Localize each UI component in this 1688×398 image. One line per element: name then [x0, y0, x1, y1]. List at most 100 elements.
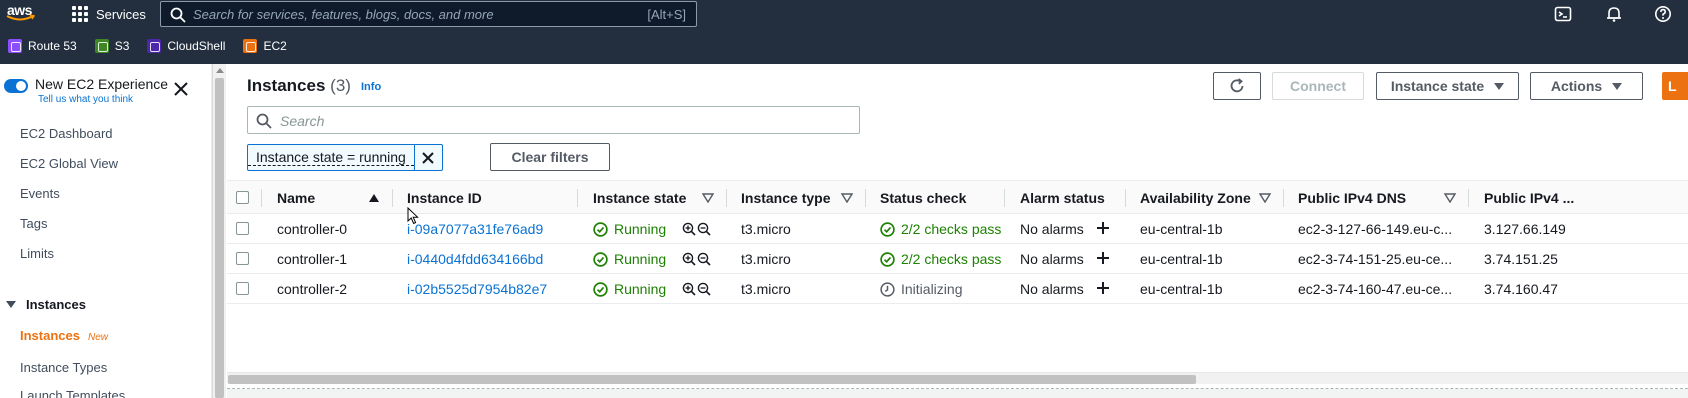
sidebar-scrollbar[interactable] — [212, 64, 226, 398]
route53-icon — [8, 39, 22, 53]
sidebar-item-instance-types[interactable]: Instance Types — [20, 360, 107, 375]
connect-button[interactable]: Connect — [1272, 72, 1364, 100]
status-check-cell: 2/2 checks passed — [880, 214, 1002, 244]
availability-zone: eu-central-1b — [1140, 281, 1223, 297]
column-divider — [261, 189, 262, 207]
instance-id-link[interactable]: i-0440d4fdd634166bd — [407, 244, 543, 274]
sidebar-item-events[interactable]: Events — [20, 186, 60, 201]
favorite-cloudshell[interactable]: CloudShell — [147, 39, 225, 53]
add-alarm-icon[interactable] — [1096, 221, 1110, 235]
scroll-up-arrow-icon[interactable] — [216, 68, 224, 73]
instance-name: controller-1 — [277, 251, 348, 267]
feedback-link[interactable]: Tell us what you think — [38, 94, 133, 105]
column-header-alarm-status[interactable]: Alarm status — [1020, 181, 1105, 215]
select-all-checkbox[interactable] — [236, 191, 249, 204]
column-header-public-ipv4[interactable]: Public IPv4 ... — [1484, 181, 1574, 215]
global-search-input[interactable]: Search for services, features, blogs, do… — [160, 1, 697, 27]
ec2-icon — [243, 39, 258, 53]
success-icon — [593, 282, 608, 297]
success-icon — [593, 252, 608, 267]
zoom-in-icon[interactable] — [682, 282, 696, 296]
page-title-text: Instances — [247, 76, 326, 95]
table-horizontal-scrollbar[interactable] — [227, 372, 1688, 384]
favorite-ec2[interactable]: EC2 — [243, 39, 287, 53]
sort-icon[interactable] — [1444, 193, 1456, 203]
row-checkbox[interactable] — [236, 252, 249, 265]
refresh-button[interactable] — [1213, 72, 1261, 100]
close-icon — [422, 151, 435, 164]
sidebar-item-ec2-global-view[interactable]: EC2 Global View — [20, 156, 118, 171]
table-search-placeholder: Search — [280, 113, 325, 129]
sidebar-item-tags[interactable]: Tags — [20, 216, 47, 231]
zoom-in-icon[interactable] — [682, 222, 696, 236]
new-badge: New — [87, 332, 108, 343]
instance-id-link[interactable]: i-02b5525d7954b82e7 — [407, 274, 547, 304]
grid-icon — [72, 6, 88, 22]
new-experience-toggle[interactable] — [4, 79, 28, 93]
public-ip: 3.127.66.149 — [1484, 221, 1566, 237]
sort-icon[interactable] — [702, 193, 714, 203]
zoom-in-icon[interactable] — [682, 252, 696, 266]
column-header-public-ipv4-dns[interactable]: Public IPv4 DNS — [1298, 181, 1406, 215]
close-icon[interactable] — [173, 81, 189, 97]
favorite-route53[interactable]: Route 53 — [8, 39, 77, 53]
sidebar-item-launch-templates[interactable]: Launch Templates — [20, 388, 125, 398]
instance-id-link[interactable]: i-09a7077a31fe76ad9 — [407, 214, 543, 244]
help-icon[interactable] — [1654, 5, 1672, 23]
column-header-instance-type[interactable]: Instance type — [741, 181, 830, 215]
actions-dropdown[interactable]: Actions — [1530, 72, 1643, 100]
add-alarm-icon[interactable] — [1096, 251, 1110, 265]
alarm-status: No alarms — [1020, 251, 1084, 267]
table-scroll-thumb[interactable] — [228, 375, 1196, 384]
row-checkbox[interactable] — [236, 222, 249, 235]
sidebar-item-limits[interactable]: Limits — [20, 246, 54, 261]
column-header-status-check[interactable]: Status check — [880, 181, 966, 215]
cloudshell-icon[interactable] — [1554, 5, 1572, 23]
services-label: Services — [96, 6, 146, 22]
row-checkbox[interactable] — [236, 282, 249, 295]
alarm-status: No alarms — [1020, 281, 1084, 297]
sidebar-scroll-thumb[interactable] — [215, 78, 224, 398]
sidebar-section-instances[interactable]: Instances — [6, 297, 86, 312]
zoom-out-icon[interactable] — [697, 282, 711, 296]
table-search-input[interactable]: Search — [247, 106, 860, 134]
remove-filter-button[interactable] — [413, 145, 442, 170]
sort-ascending-icon[interactable] — [369, 194, 379, 202]
info-link[interactable]: Info — [361, 81, 381, 93]
instance-state-dropdown[interactable]: Instance state — [1376, 72, 1519, 100]
sort-icon[interactable] — [841, 193, 853, 203]
favorite-s3[interactable]: S3 — [94, 39, 129, 53]
column-divider — [1004, 189, 1005, 207]
clear-filters-button[interactable]: Clear filters — [490, 143, 610, 171]
zoom-out-icon[interactable] — [697, 222, 711, 236]
filter-token-label[interactable]: Instance state = running — [248, 149, 414, 166]
table-row[interactable]: controller-1 i-0440d4fdd634166bd Running… — [227, 244, 1688, 274]
column-header-availability-zone[interactable]: Availability Zone — [1140, 181, 1251, 215]
add-alarm-icon[interactable] — [1096, 281, 1110, 295]
sidebar-item-instances[interactable]: Instances New — [20, 328, 108, 343]
success-icon — [880, 252, 895, 267]
sidebar-item-ec2-dashboard[interactable]: EC2 Dashboard — [20, 126, 113, 141]
public-ip: 3.74.160.47 — [1484, 281, 1558, 297]
services-menu-button[interactable]: Services — [72, 0, 146, 28]
column-header-name[interactable]: Name — [277, 181, 315, 215]
launch-instances-button[interactable]: L — [1662, 72, 1688, 100]
aws-logo[interactable]: aws — [6, 2, 42, 24]
column-header-instance-state[interactable]: Instance state — [593, 181, 686, 215]
s3-icon — [94, 39, 109, 53]
column-divider — [726, 189, 727, 207]
zoom-out-icon[interactable] — [697, 252, 711, 266]
public-dns: ec2-3-127-66-149.eu-c... — [1298, 221, 1453, 237]
column-divider — [1125, 189, 1126, 207]
filter-token[interactable]: Instance state = running — [247, 144, 443, 171]
search-shortcut-hint: [Alt+S] — [647, 7, 686, 22]
column-divider — [865, 189, 866, 207]
table-row[interactable]: controller-0 i-09a7077a31fe76ad9 Running… — [227, 214, 1688, 244]
cloudshell-service-icon — [147, 39, 162, 53]
favorite-label: Route 53 — [28, 39, 77, 53]
bell-icon[interactable] — [1605, 5, 1623, 23]
actions-label: Actions — [1550, 78, 1603, 94]
sort-icon[interactable] — [1259, 193, 1271, 203]
search-icon — [170, 7, 186, 23]
table-row[interactable]: controller-2 i-02b5525d7954b82e7 Running… — [227, 274, 1688, 304]
